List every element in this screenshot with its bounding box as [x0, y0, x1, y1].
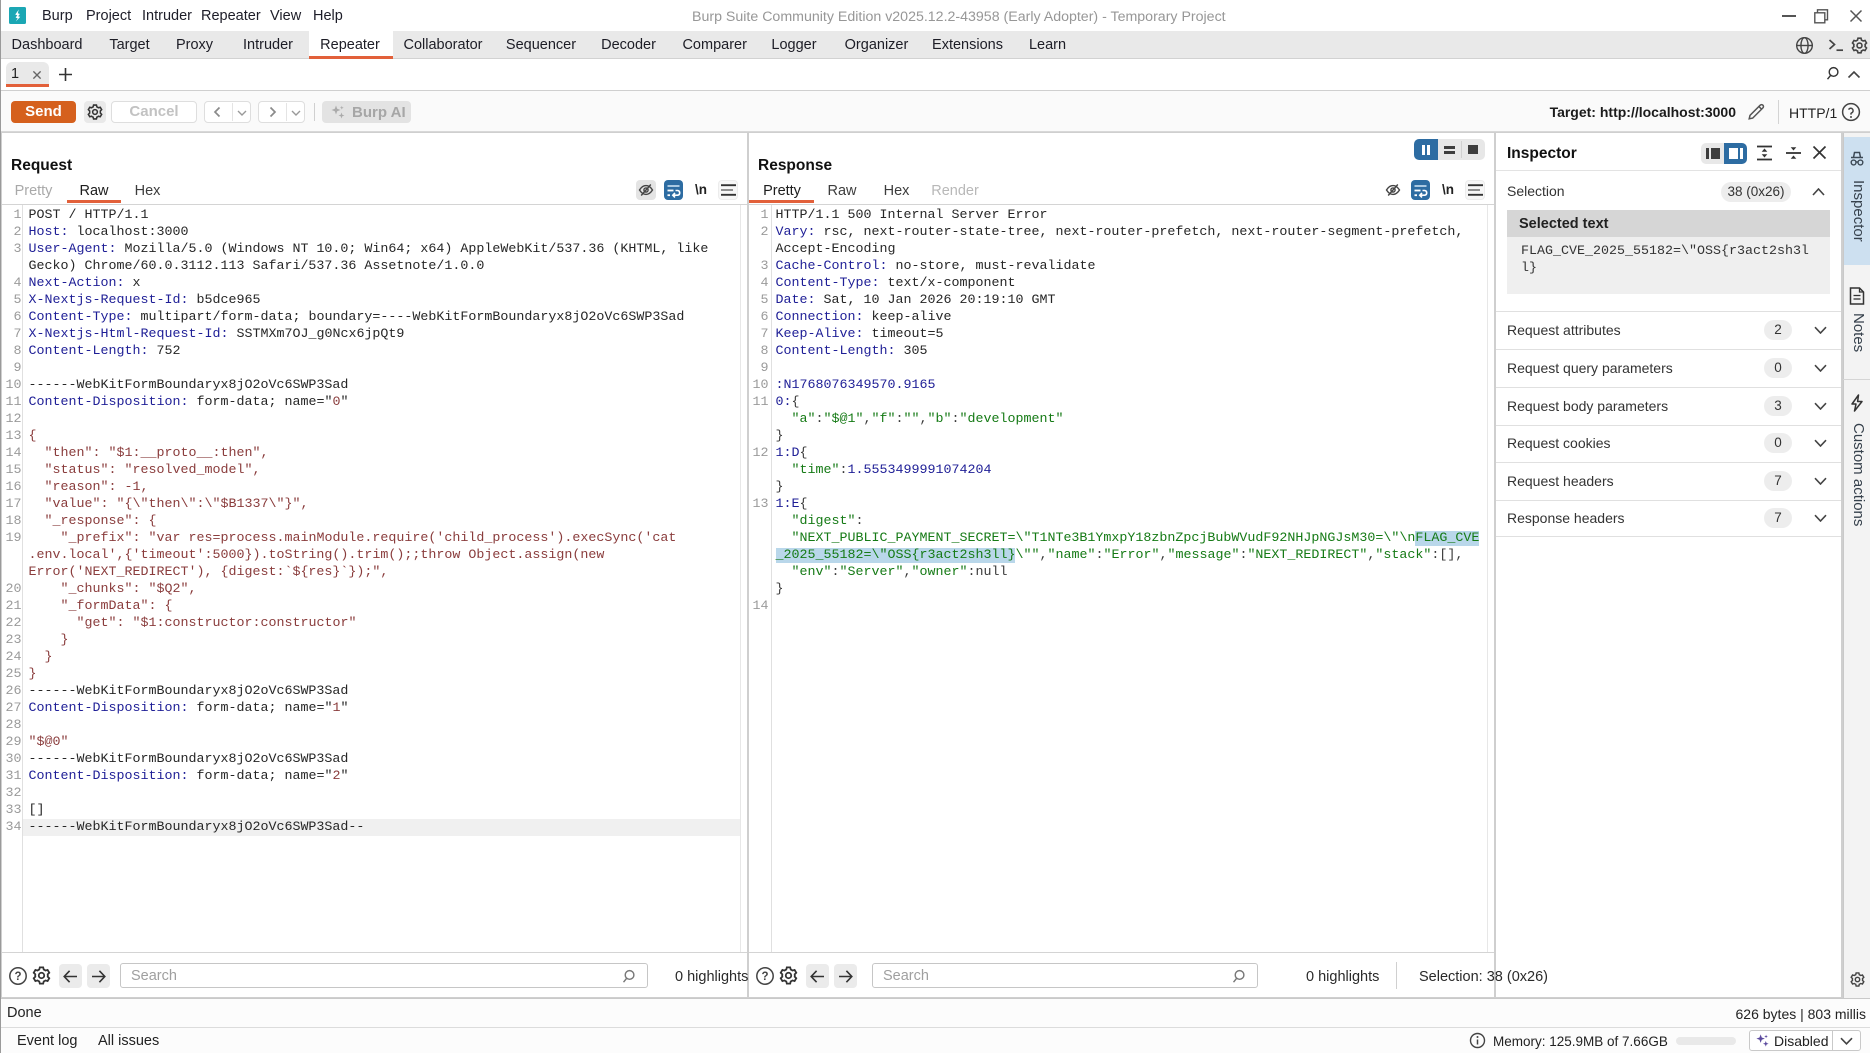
svg-text:?: ?	[761, 971, 768, 983]
svg-text:?: ?	[14, 971, 21, 983]
